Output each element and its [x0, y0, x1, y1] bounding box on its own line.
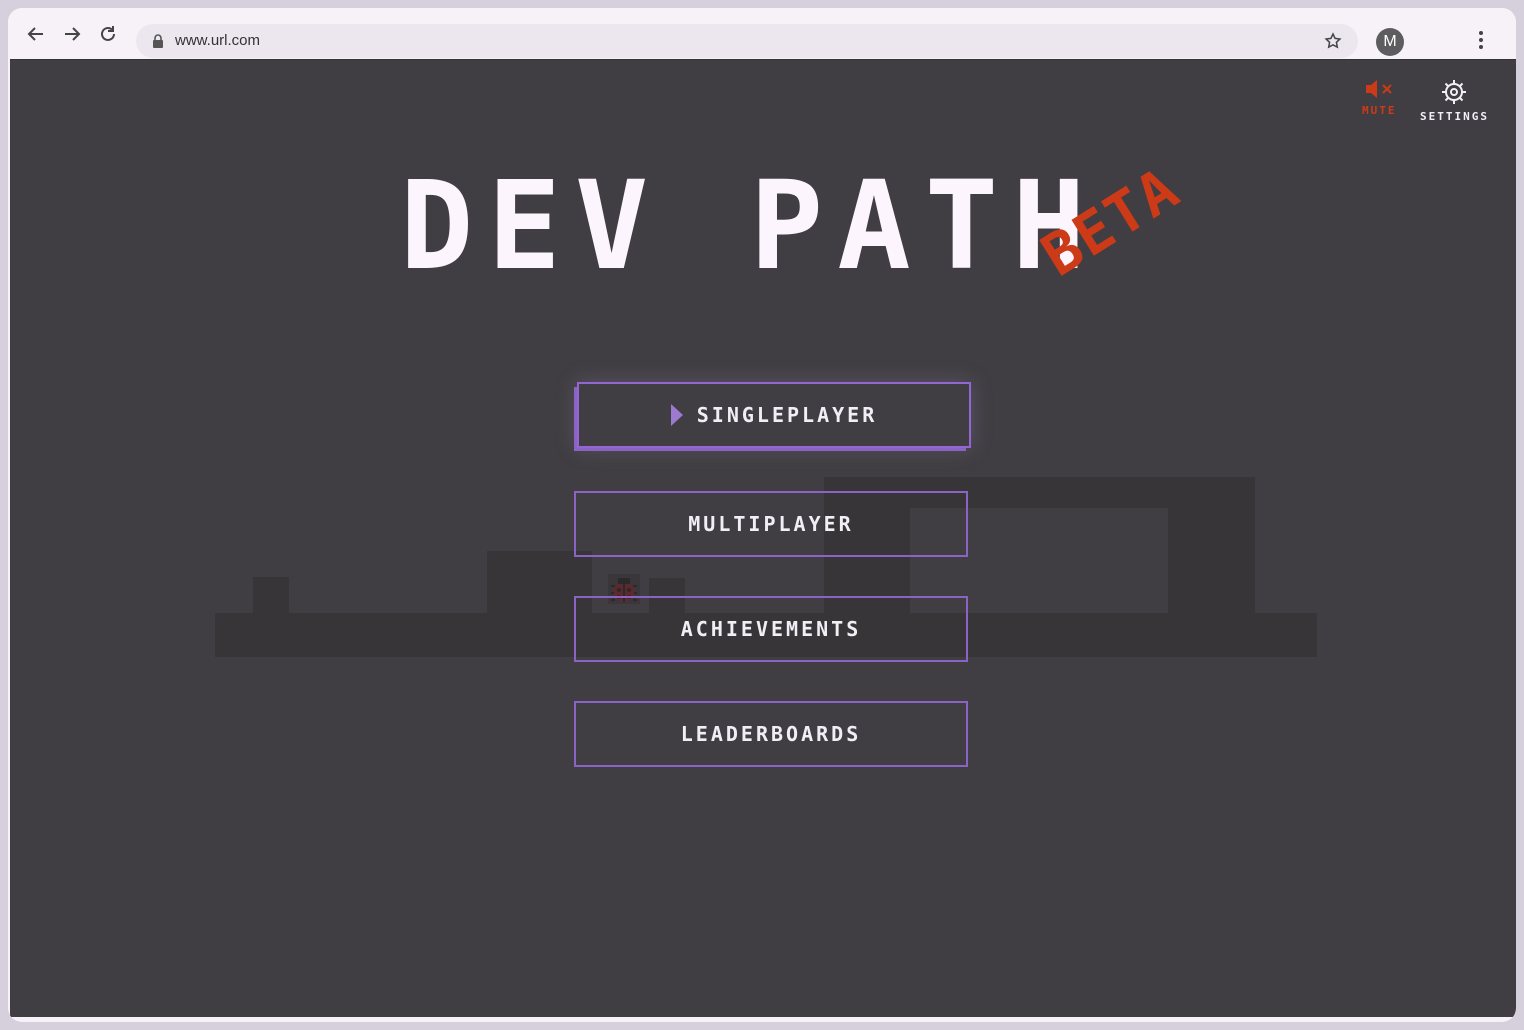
- game-title: DEV PATH: [400, 155, 1100, 297]
- browser-toolbar: www.url.com M: [8, 8, 1516, 59]
- reload-icon: [101, 26, 115, 41]
- url-text: www.url.com: [175, 32, 261, 49]
- multiplayer-button[interactable]: MULTIPLAYER: [574, 491, 968, 557]
- lock-icon: [153, 34, 163, 48]
- arrow-left-icon: [27, 27, 43, 41]
- gear-icon: [1442, 80, 1467, 104]
- star-icon[interactable]: [1324, 32, 1342, 50]
- back-button[interactable]: [24, 22, 48, 46]
- achievements-label: ACHIEVEMENTS: [680, 617, 862, 641]
- mute-label: MUTE: [1362, 104, 1397, 117]
- singleplayer-button[interactable]: SINGLEPLAYER: [577, 382, 971, 448]
- achievements-button[interactable]: ACHIEVEMENTS: [574, 596, 968, 662]
- speaker-muted-icon: [1366, 80, 1392, 98]
- mute-button[interactable]: MUTE: [1362, 78, 1397, 117]
- more-menu-icon[interactable]: [1478, 30, 1484, 50]
- arrow-right-icon: [65, 27, 81, 41]
- settings-label: SETTINGS: [1420, 110, 1489, 123]
- game-canvas: MUTE SETTINGS DEV PATH BETA SINGLEPLAYER…: [10, 59, 1516, 1017]
- profile-avatar[interactable]: M: [1376, 28, 1404, 56]
- forward-button[interactable]: [60, 22, 84, 46]
- settings-button[interactable]: SETTINGS: [1420, 78, 1489, 123]
- browser-window: www.url.com M MUTE SETTINGS DEV PATH BET…: [8, 8, 1516, 1022]
- multiplayer-label: MULTIPLAYER: [688, 512, 854, 536]
- leaderboards-label: LEADERBOARDS: [680, 722, 862, 746]
- singleplayer-label: SINGLEPLAYER: [696, 403, 878, 427]
- reload-button[interactable]: [96, 22, 120, 46]
- leaderboards-button[interactable]: LEADERBOARDS: [574, 701, 968, 767]
- address-bar[interactable]: www.url.com: [136, 24, 1358, 58]
- selection-caret-icon: [670, 404, 683, 426]
